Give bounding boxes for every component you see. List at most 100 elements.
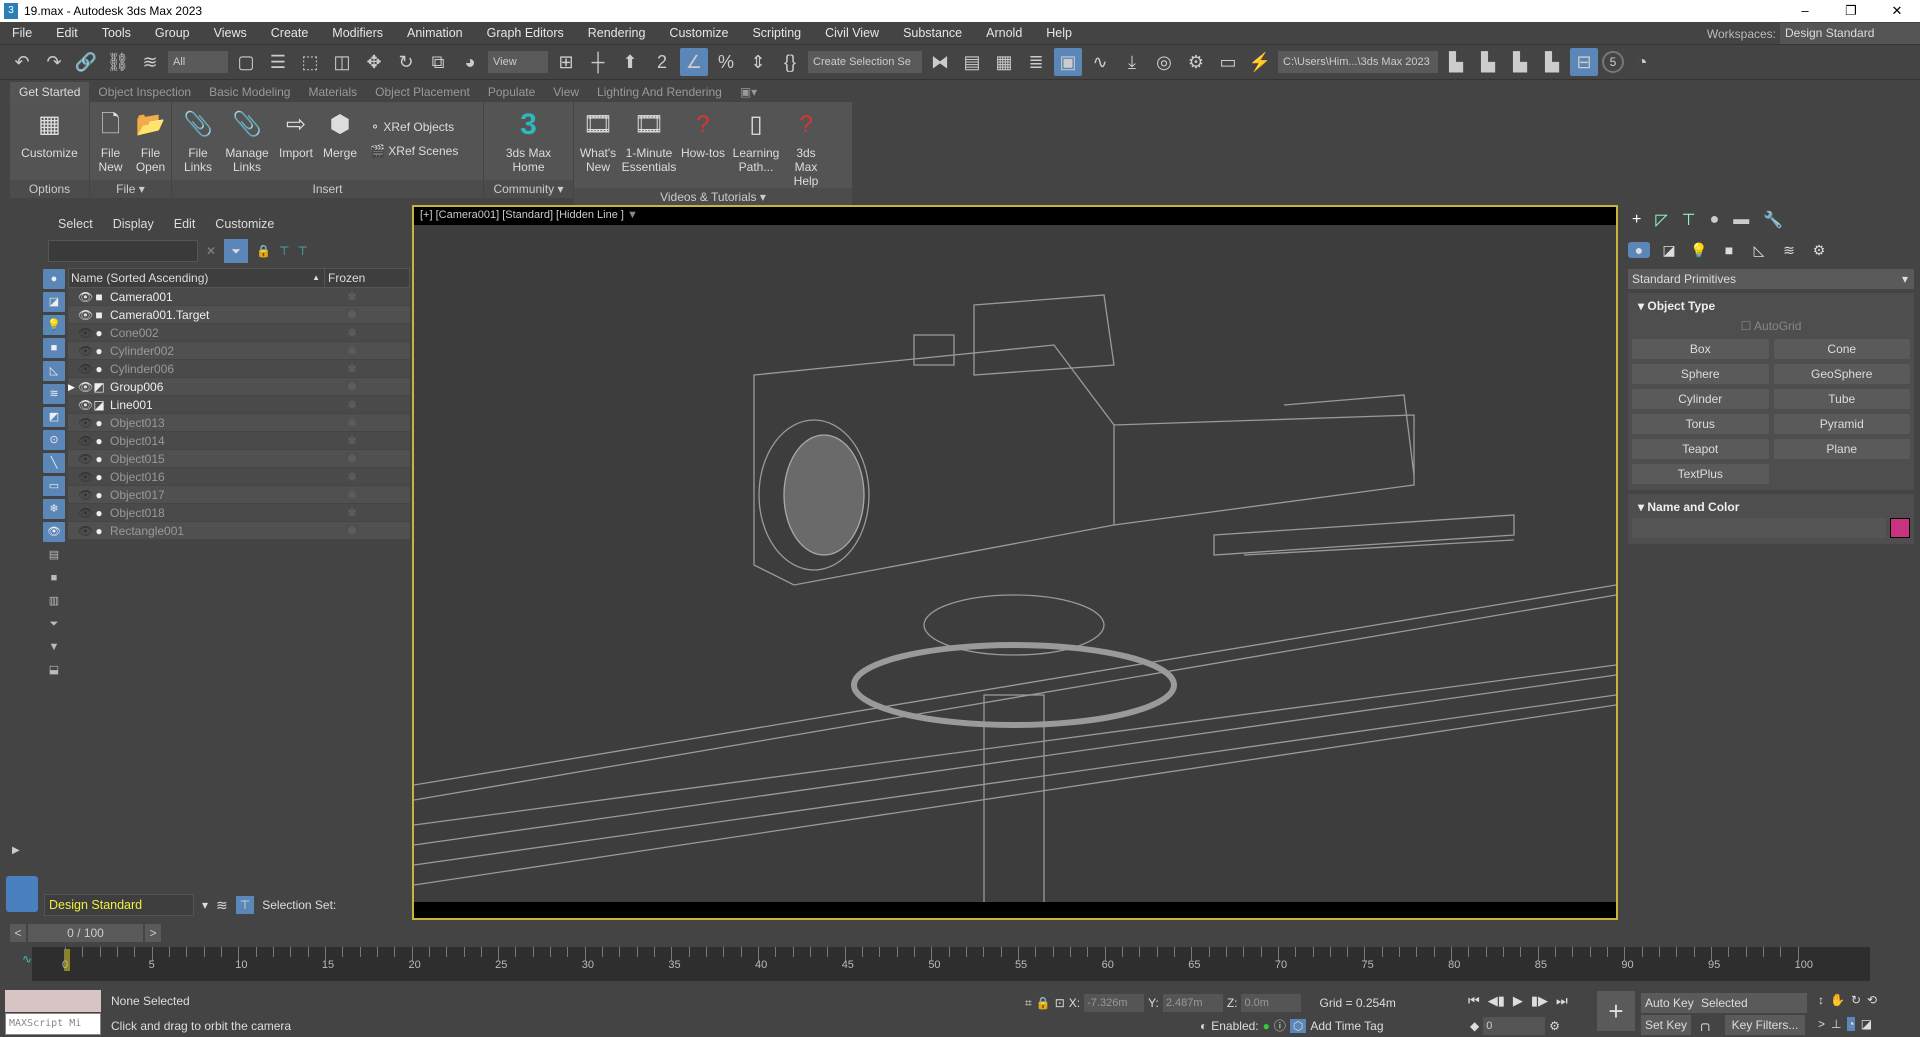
named-selection-dropdown[interactable]: Create Selection Se	[808, 51, 922, 73]
one-minute-essentials-button[interactable]: 🎞 1-Minute Essentials	[622, 108, 677, 175]
3ds-max-help-button[interactable]: ? 3ds Max Help	[786, 108, 826, 189]
orbit-subobject-icon[interactable]: ⟲	[1867, 993, 1877, 1007]
tab-lighting-and-rendering[interactable]: Lighting And Rendering	[588, 82, 731, 102]
viewport-camera[interactable]: [+] [Camera001] [Standard] [Hidden Line …	[412, 205, 1618, 920]
go-to-start-icon[interactable]: ⏮	[1468, 993, 1480, 1009]
rollout-title[interactable]: ▾ Object Type	[1628, 295, 1914, 317]
zoom-icon[interactable]: ↕	[1818, 993, 1824, 1007]
how-tos-button[interactable]: ? How-tos	[680, 108, 726, 161]
primitive-tube-button[interactable]: Tube	[1773, 389, 1910, 409]
selection-lock-icon[interactable]: 🔒	[1036, 996, 1051, 1010]
menu-arnold[interactable]: Arnold	[974, 26, 1034, 40]
time-config-icon[interactable]: ⚙	[1549, 1019, 1560, 1033]
autobackup-count-icon[interactable]: 5	[1602, 51, 1624, 73]
add-time-tag[interactable]: Add Time Tag	[1310, 1019, 1383, 1033]
frozen-snowflake-icon[interactable]: ❄	[321, 396, 383, 413]
se-menu-display[interactable]: Display	[113, 217, 154, 231]
scale-icon[interactable]: ⧉	[424, 48, 452, 76]
frozen-snowflake-icon[interactable]: ❄	[321, 432, 383, 449]
minilistener-toggle[interactable]	[6, 876, 38, 912]
previous-frame-icon[interactable]: ◀▮	[1488, 993, 1505, 1009]
auto-key-button[interactable]: Auto Key	[1641, 993, 1698, 1013]
primitive-torus-button[interactable]: Torus	[1632, 414, 1769, 434]
orbit-icon[interactable]: ↻	[1851, 993, 1861, 1007]
menu-modifiers[interactable]: Modifiers	[320, 26, 395, 40]
window-crossing-icon[interactable]: ◫	[328, 48, 356, 76]
frozen-snowflake-icon[interactable]: ❄	[321, 306, 383, 323]
adaptive-degradation-icon[interactable]: ◐	[1200, 1019, 1207, 1033]
visibility-eye-icon[interactable]: 👁	[78, 522, 93, 539]
group-label[interactable]: Options	[10, 180, 89, 198]
primitive-textplus-button[interactable]: TextPlus	[1632, 464, 1769, 484]
go-to-end-icon[interactable]: ⏭	[1556, 993, 1568, 1009]
pivot-icon[interactable]: ⊞	[552, 48, 580, 76]
frozen-snowflake-icon[interactable]: ❄	[321, 486, 383, 503]
menu-scripting[interactable]: Scripting	[740, 26, 813, 40]
category-dropdown[interactable]: Standard Primitives ▾	[1628, 269, 1914, 289]
table-row[interactable]: 👁 ◪ Line001 ❄	[68, 396, 410, 414]
dolly-icon[interactable]: ⊥	[1831, 1017, 1841, 1031]
table-row[interactable]: ▶ 👁 ◩ Group006 ❄	[68, 378, 410, 396]
minimize-icon[interactable]: –	[1782, 0, 1828, 22]
move-icon[interactable]: ✥	[360, 48, 388, 76]
track-bar[interactable]: 0 5 10 15 20 25 30 35 40 45 50 55 60 65 70 75 80 85 90 95 10…	[32, 947, 1870, 981]
time-tag-icon[interactable]: ⬡	[1289, 1018, 1307, 1033]
lights-icon[interactable]: 💡	[1688, 242, 1710, 259]
viewport-label[interactable]: [+] [Camera001] [Standard] [Hidden Line …	[414, 207, 1616, 225]
primitive-teapot-button[interactable]: Teapot	[1632, 439, 1769, 459]
import-button[interactable]: ⇨ Import	[276, 108, 316, 161]
column-name-header[interactable]: Name (Sorted Ascending)	[69, 269, 325, 287]
whats-new-button[interactable]: 🎞 What's New	[578, 108, 618, 175]
render-setup-icon[interactable]: ⚙	[1182, 48, 1210, 76]
se-menu-customize[interactable]: Customize	[215, 217, 274, 231]
xref-objects-button[interactable]: ⚬ XRef Objects	[370, 120, 458, 134]
rotate-icon[interactable]: ↻	[392, 48, 420, 76]
layer-explorer-icon[interactable]: ≣	[1022, 48, 1050, 76]
rollout-title[interactable]: ▾ Name and Color	[1628, 496, 1914, 518]
menu-civil-view[interactable]: Civil View	[813, 26, 891, 40]
absolute-mode-icon[interactable]: ⊡	[1055, 996, 1065, 1010]
se-menu-select[interactable]: Select	[58, 217, 93, 231]
curve-editor-toggle-icon[interactable]: ∿	[22, 952, 32, 966]
layers-icon[interactable]: ≋	[216, 897, 228, 914]
autogrid-checkbox[interactable]: ☐ AutoGrid	[1628, 319, 1914, 333]
lock-icon[interactable]: 🔒	[256, 244, 271, 258]
spinner-snap-icon[interactable]: ⇕	[744, 48, 772, 76]
object-name[interactable]: Rectangle001	[106, 522, 321, 539]
menu-file[interactable]: File	[0, 26, 44, 40]
key-mode-icon[interactable]: ◆	[1470, 1019, 1479, 1033]
tab-basic-modeling[interactable]: Basic Modeling	[200, 82, 299, 102]
object-name[interactable]: Object015	[106, 450, 321, 467]
viewport-filter-icon[interactable]: ▼	[627, 209, 638, 221]
restore-icon[interactable]: ❐	[1828, 0, 1874, 22]
geometry-icon[interactable]: ●	[1628, 242, 1650, 258]
visibility-eye-icon[interactable]: 👁	[78, 324, 93, 341]
project-tree-icon[interactable]: ▙	[1538, 48, 1566, 76]
z-coord-field[interactable]: 0.0m	[1241, 994, 1302, 1012]
material-editor-icon[interactable]: ◎	[1150, 48, 1178, 76]
ref-coord-dropdown[interactable]: View	[488, 51, 548, 73]
keyboard-shortcut-icon[interactable]: ⬆	[616, 48, 644, 76]
prev-frame-button[interactable]: <	[10, 924, 26, 942]
visibility-eye-icon[interactable]: 👁	[78, 450, 93, 467]
autobackup-icon[interactable]: ⊟	[1570, 48, 1598, 76]
table-row[interactable]: 👁 ● Object017 ❄	[68, 486, 410, 504]
menu-graph-editors[interactable]: Graph Editors	[475, 26, 576, 40]
rendered-frame-icon[interactable]: ▭	[1214, 48, 1242, 76]
selection-filter-dropdown[interactable]: All	[168, 51, 228, 73]
maxscript-output[interactable]	[5, 990, 101, 1012]
visibility-eye-icon[interactable]: 👁	[78, 360, 93, 377]
tab-view[interactable]: View	[544, 82, 588, 102]
named-selection-icon[interactable]: {}	[776, 48, 804, 76]
clear-search-icon[interactable]: ✕	[206, 244, 216, 258]
menu-rendering[interactable]: Rendering	[576, 26, 658, 40]
menu-create[interactable]: Create	[259, 26, 321, 40]
visibility-eye-icon[interactable]: 👁	[78, 378, 93, 395]
customize-button[interactable]: ▦ Customize	[18, 108, 82, 161]
modify-tab-icon[interactable]: ◸	[1655, 210, 1667, 230]
maxscript-input[interactable]: MAXScript Mi	[5, 1013, 101, 1035]
pan-icon[interactable]: ✋	[1830, 993, 1845, 1007]
learning-path-button[interactable]: ▯ Learning Path...	[732, 108, 780, 175]
x-coord-field[interactable]: -7.326m	[1084, 994, 1145, 1012]
scene-search-input[interactable]	[48, 240, 198, 262]
